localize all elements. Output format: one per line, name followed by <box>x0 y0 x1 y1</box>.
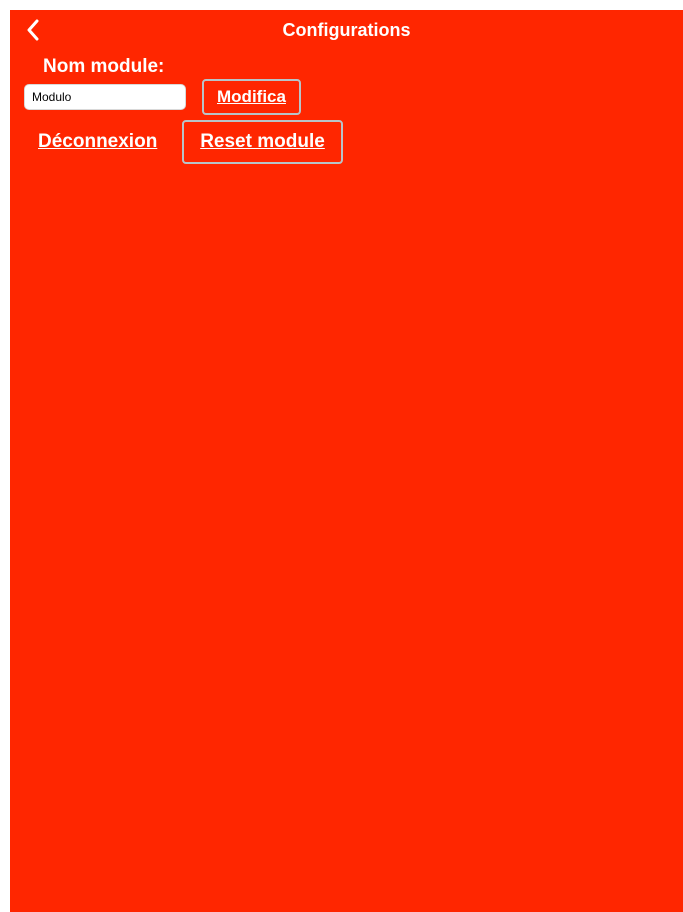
module-name-label: Nom module: <box>43 56 165 77</box>
modify-button[interactable]: Modifica <box>202 79 301 115</box>
configurations-screen: Configurations Nom module: Modifica Déco… <box>10 10 683 912</box>
reset-module-button[interactable]: Reset module <box>182 120 343 164</box>
logout-link[interactable]: Déconnexion <box>38 131 157 153</box>
navigation-bar: Configurations <box>10 10 683 52</box>
module-name-input[interactable] <box>24 84 186 110</box>
page-title: Configurations <box>282 20 411 40</box>
